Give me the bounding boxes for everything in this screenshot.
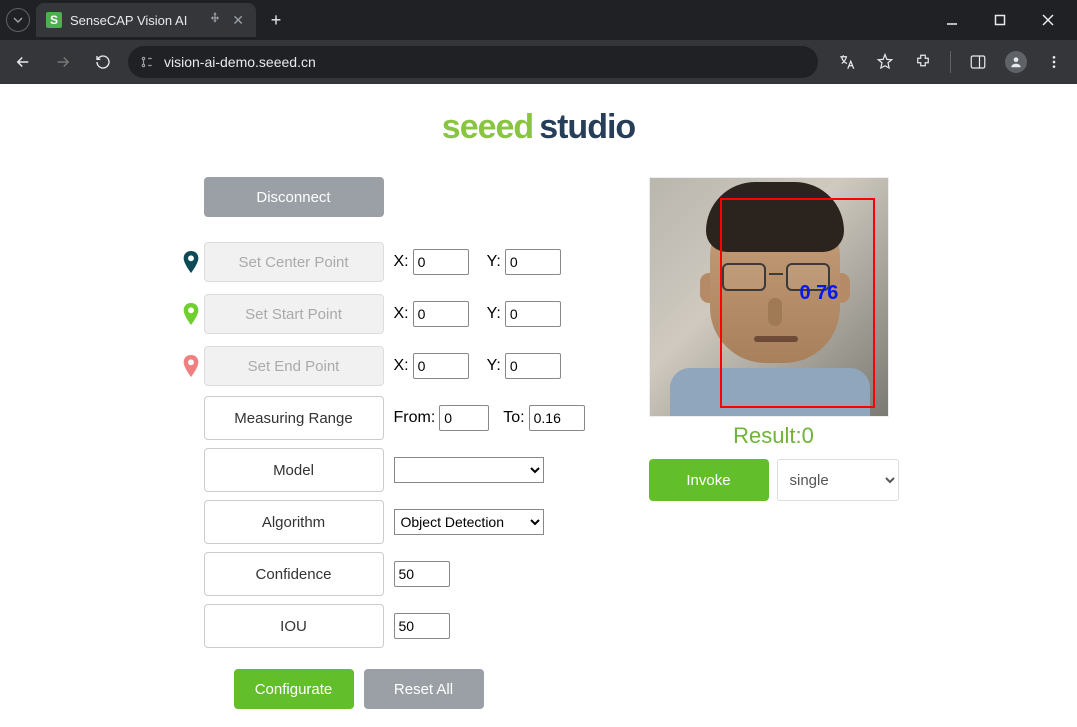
set-end-point-button[interactable]: Set End Point (204, 346, 384, 386)
sidepanel-icon[interactable] (963, 47, 993, 77)
extensions-icon[interactable] (908, 47, 938, 77)
algorithm-select[interactable]: Object Detection (394, 509, 544, 535)
window-minimize-button[interactable] (929, 3, 975, 37)
new-tab-button[interactable]: + (262, 6, 290, 34)
profile-avatar[interactable] (1001, 47, 1031, 77)
logo-part1: seeed (442, 108, 533, 146)
nav-back-button[interactable] (8, 47, 38, 77)
map-pin-start-icon (179, 303, 204, 325)
page-content: seeedstudio Disconnect Set Center Point … (0, 84, 1077, 727)
toolbar-separator (950, 51, 951, 73)
window-close-button[interactable] (1025, 3, 1071, 37)
tab-close-button[interactable]: ✕ (230, 12, 246, 29)
x-label: X: (394, 305, 409, 323)
site-info-icon[interactable] (140, 55, 154, 69)
map-pin-end-icon (179, 355, 204, 377)
logo-part2: studio (539, 108, 635, 146)
measuring-range-label: Measuring Range (204, 396, 384, 440)
camera-preview: 0 76 (649, 177, 889, 417)
kebab-menu-icon[interactable] (1039, 47, 1069, 77)
set-center-point-button[interactable]: Set Center Point (204, 242, 384, 282)
center-y-input[interactable] (505, 249, 561, 275)
end-x-input[interactable] (413, 353, 469, 379)
configurate-button[interactable]: Configurate (234, 669, 354, 709)
set-start-point-button[interactable]: Set Start Point (204, 294, 384, 334)
window-maximize-button[interactable] (977, 3, 1023, 37)
range-from-input[interactable] (439, 405, 489, 431)
y-label: Y: (487, 305, 501, 323)
model-select[interactable] (394, 457, 544, 483)
url-text: vision-ai-demo.seeed.cn (164, 54, 316, 70)
range-to-input[interactable] (529, 405, 585, 431)
algorithm-label: Algorithm (204, 500, 384, 544)
y-label: Y: (487, 253, 501, 271)
model-label: Model (204, 448, 384, 492)
from-label: From: (394, 409, 436, 427)
center-x-input[interactable] (413, 249, 469, 275)
confidence-input[interactable] (394, 561, 450, 587)
invoke-mode-select[interactable]: single (777, 459, 899, 501)
nav-reload-button[interactable] (88, 47, 118, 77)
x-label: X: (394, 357, 409, 375)
start-x-input[interactable] (413, 301, 469, 327)
x-label: X: (394, 253, 409, 271)
iou-label: IOU (204, 604, 384, 648)
address-bar[interactable]: vision-ai-demo.seeed.cn (128, 46, 818, 78)
detection-overlay-label: 0 76 (800, 282, 839, 305)
iou-input[interactable] (394, 613, 450, 639)
y-label: Y: (487, 357, 501, 375)
seeed-studio-logo: seeedstudio (0, 108, 1077, 147)
bookmark-icon[interactable] (870, 47, 900, 77)
preview-panel: 0 76 Result:0 Invoke single (649, 177, 899, 709)
detection-bounding-box (720, 198, 875, 408)
result-text: Result:0 (649, 423, 899, 449)
disconnect-button[interactable]: Disconnect (204, 177, 384, 217)
usb-icon (208, 11, 222, 30)
end-y-input[interactable] (505, 353, 561, 379)
to-label: To: (503, 409, 524, 427)
tab-favicon: S (46, 12, 62, 28)
tab-title: SenseCAP Vision AI (70, 13, 200, 28)
browser-tab[interactable]: S SenseCAP Vision AI ✕ (36, 3, 256, 37)
confidence-label: Confidence (204, 552, 384, 596)
tabs-dropdown-button[interactable] (6, 8, 30, 32)
map-pin-center-icon (179, 251, 204, 273)
nav-forward-button[interactable] (48, 47, 78, 77)
controls-panel: Disconnect Set Center Point X: Y: Set St… (179, 177, 589, 709)
browser-toolbar: vision-ai-demo.seeed.cn (0, 40, 1077, 84)
start-y-input[interactable] (505, 301, 561, 327)
browser-tab-strip: S SenseCAP Vision AI ✕ + (0, 0, 1077, 40)
reset-all-button[interactable]: Reset All (364, 669, 484, 709)
invoke-button[interactable]: Invoke (649, 459, 769, 501)
translate-icon[interactable] (832, 47, 862, 77)
